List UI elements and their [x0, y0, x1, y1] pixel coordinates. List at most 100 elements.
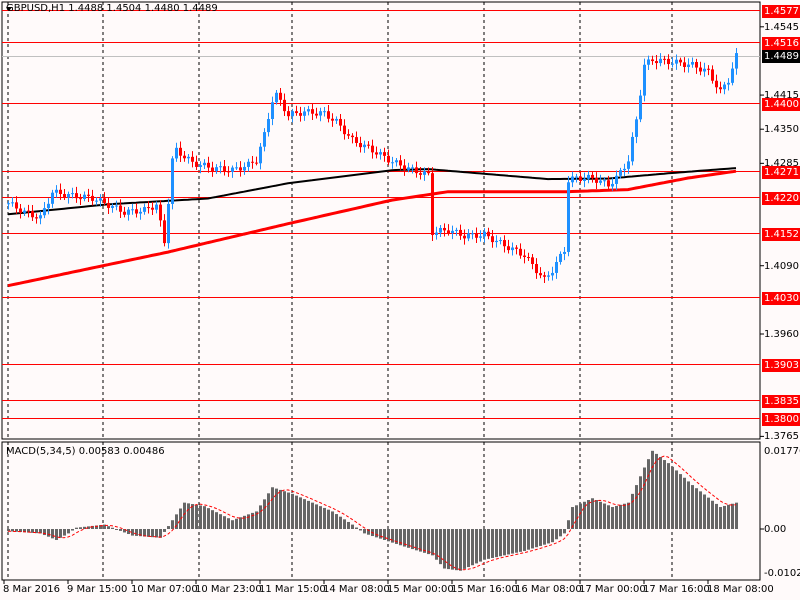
time-axis-label: 10 Mar 23:00 [195, 584, 262, 595]
macd-histogram-bar [199, 505, 202, 529]
macd-histogram-bar [479, 529, 482, 562]
candle-body [379, 152, 382, 155]
candle-body [483, 231, 486, 237]
price-tick-label: 1.4285 [764, 158, 799, 170]
macd-histogram-bar [47, 529, 50, 537]
macd-histogram-bar [163, 529, 166, 532]
candle-body [543, 275, 546, 277]
candle-body [239, 167, 242, 171]
time-axis-label: 11 Mar 15:00 [259, 584, 326, 595]
candle-body [19, 208, 22, 213]
macd-histogram-bar [295, 495, 298, 529]
macd-histogram-bar [323, 507, 326, 529]
candle-body [335, 118, 338, 121]
macd-histogram-bar [563, 529, 566, 534]
candle-body [479, 236, 482, 238]
candle-body [575, 176, 578, 178]
macd-histogram-bar [63, 529, 66, 536]
chart-canvas[interactable] [0, 0, 800, 600]
macd-histogram-bar [723, 505, 726, 529]
macd-histogram-bar [331, 511, 334, 529]
candle-body [15, 202, 18, 209]
candle-body [399, 160, 402, 166]
macd-histogram-bar [335, 514, 338, 529]
macd-histogram-bar [319, 506, 322, 529]
time-axis-label: 15 Mar 16:00 [451, 584, 518, 595]
candle-body [555, 261, 558, 273]
candle-body [139, 211, 142, 214]
macd-histogram-bar [619, 504, 622, 529]
price-tick-label: 1.4415 [764, 90, 799, 102]
candle-body [267, 119, 270, 133]
candle-body [107, 202, 110, 208]
macd-histogram-bar [683, 477, 686, 529]
macd-histogram-bar [219, 514, 222, 529]
candle-body [7, 203, 10, 205]
candle-body [343, 125, 346, 135]
macd-histogram-bar [71, 529, 74, 531]
candle-body [99, 198, 102, 201]
macd-histogram-bar [443, 529, 446, 569]
candle-body [31, 211, 34, 218]
macd-histogram-bar [55, 529, 58, 540]
candle-body [687, 64, 690, 67]
macd-histogram-bar [79, 527, 82, 529]
candle-body [691, 62, 694, 65]
candle-body [195, 161, 198, 167]
macd-histogram-bar [735, 502, 738, 529]
macd-histogram-bar [275, 488, 278, 529]
candle-body [119, 205, 122, 212]
candle-body [559, 253, 562, 262]
macd-histogram-bar [211, 510, 214, 529]
candle-body [59, 189, 62, 195]
candle-body [503, 240, 506, 247]
macd-histogram-bar [279, 489, 282, 529]
macd-histogram-bar [691, 485, 694, 529]
macd-histogram-bar [695, 488, 698, 529]
macd-tick-label: 0.00 [764, 524, 787, 535]
macd-histogram-bar [183, 502, 186, 529]
macd-histogram-bar [59, 529, 62, 538]
candle-body [307, 109, 310, 112]
candle-body [571, 176, 574, 183]
candle-body [211, 167, 214, 172]
macd-histogram-bar [659, 456, 662, 529]
macd-histogram-bar [547, 529, 550, 544]
candle-body [75, 193, 78, 199]
candle-body [495, 240, 498, 243]
macd-histogram-bar [303, 499, 306, 529]
macd-histogram-bar [347, 521, 350, 529]
macd-histogram-bar [675, 470, 678, 529]
candle-body [311, 109, 314, 114]
candle-body [131, 209, 134, 211]
candle-body [223, 166, 226, 172]
candle-body [39, 215, 42, 219]
candle-body [207, 162, 210, 168]
candle-body [71, 193, 74, 195]
candle-body [427, 171, 430, 174]
macd-histogram-bar [467, 529, 470, 568]
candle-body [447, 230, 450, 234]
candle-body [643, 64, 646, 96]
macd-histogram-bar [455, 529, 458, 571]
candle-body [587, 174, 590, 179]
macd-histogram-bar [551, 529, 554, 543]
macd-histogram-bar [291, 493, 294, 529]
candle-body [591, 174, 594, 179]
candle-body [339, 118, 342, 126]
candle-body [355, 137, 358, 143]
candle-body [443, 227, 446, 231]
macd-histogram-bar [147, 529, 150, 537]
time-axis-label: 10 Mar 07:00 [131, 584, 198, 595]
candle-body [367, 144, 370, 146]
candle-body [363, 144, 366, 148]
macd-histogram-bar [511, 529, 514, 554]
macd-histogram-bar [111, 527, 114, 529]
candle-body [423, 171, 426, 175]
macd-histogram-bar [423, 529, 426, 553]
candle-body [51, 192, 54, 204]
current-price-label: 1.4489 [762, 49, 800, 63]
macd-histogram-bar [247, 514, 250, 529]
macd-histogram-bar [135, 529, 138, 536]
macd-histogram-bar [431, 529, 434, 556]
